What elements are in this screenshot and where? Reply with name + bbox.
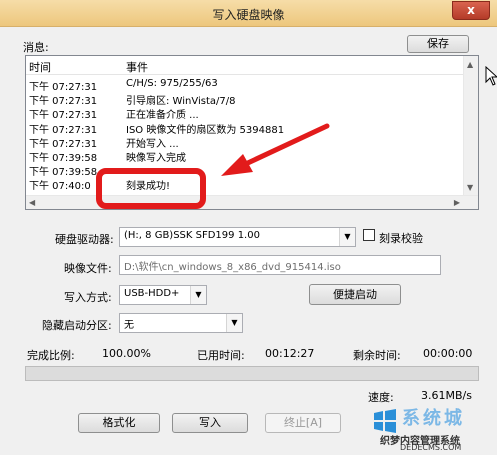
messages-label: 消息: [23,41,49,54]
abort-button[interactable]: 终止[A] [265,413,341,433]
chevron-down-icon: ▼ [339,228,355,246]
log-event: 映像写入完成 [126,153,186,164]
scroll-left-icon[interactable]: ◀ [29,198,35,207]
windows-logo-icon [374,409,396,433]
hidden-partition-label: 隐藏启动分区: [42,319,112,332]
speed-value: 3.61MB/s [421,389,472,402]
done-value: 100.00% [102,347,151,360]
format-button[interactable]: 格式化 [78,413,160,433]
quick-boot-button[interactable]: 便捷启动 [309,284,401,305]
drive-value: (H:, 8 GB)SSK SFD199 1.00 [124,230,260,241]
write-mode-select[interactable]: USB-HDD+ ▼ [119,285,207,305]
done-label: 完成比例: [27,349,75,362]
verify-checkbox[interactable] [363,229,375,241]
image-file-label: 映像文件: [64,262,112,275]
hidden-partition-select[interactable]: 无 ▼ [119,313,243,333]
log-row[interactable]: 下午 07:27:31 正在准备介质 ... [26,106,464,122]
log-time: 下午 07:27:31 [29,124,98,136]
remaining-label: 剩余时间: [353,349,401,362]
image-file-field[interactable]: D:\软件\cn_windows_8_x86_dvd_915414.iso [119,255,441,275]
chevron-down-icon: ▼ [190,286,206,304]
progress-fill [26,367,478,380]
log-time: 下午 07:27:31 [29,138,98,150]
close-button[interactable]: x [452,1,490,20]
scroll-up-icon[interactable]: ▲ [467,60,473,69]
log-event: C/H/S: 975/255/63 [126,78,218,89]
write-mode-label: 写入方式: [64,291,112,304]
log-event: 正在准备介质 ... [126,110,199,122]
drive-select[interactable]: (H:, 8 GB)SSK SFD199 1.00 ▼ [119,227,356,247]
hidden-partition-value: 无 [124,320,134,331]
elapsed-value: 00:12:27 [265,347,315,360]
write-button[interactable]: 写入 [172,413,248,433]
watermark-line2: DEDECMS.COM [400,443,462,452]
horizontal-scrollbar[interactable]: ◀ ▶ [26,195,478,209]
log-header: 时间 事件 [26,56,464,75]
save-button[interactable]: 保存 [407,35,469,53]
log-time: 下午 07:40:0 [29,181,91,193]
log-event: 开始写入 ... [126,138,179,150]
watermark: 系统城 织梦内容管理系统 DEDECMS.COM [372,402,494,452]
vertical-scrollbar[interactable]: ▲ ▼ [463,56,478,196]
close-icon: x [467,3,475,17]
scroll-down-icon[interactable]: ▼ [467,183,473,192]
remaining-value: 00:00:00 [423,347,473,360]
elapsed-label: 已用时间: [197,349,245,362]
title-bar: 写入硬盘映像 x [0,0,497,27]
log-row[interactable]: 下午 07:27:31 C/H/S: 975/255/63 [26,78,464,93]
window-title: 写入硬盘映像 [212,8,285,22]
scroll-right-icon[interactable]: ▶ [454,198,460,207]
log-row[interactable]: 下午 07:27:31 引导扇区: WinVista/7/8 [26,92,464,108]
watermark-brand: 系统城 [402,408,465,429]
log-time: 下午 07:39:58 [29,167,98,179]
log-time: 下午 07:27:31 [29,96,98,108]
log-time: 下午 07:39:58 [29,153,98,164]
verify-label: 刻录校验 [379,232,423,245]
col-event-header[interactable]: 事件 [126,59,148,75]
col-time-header[interactable]: 时间 [29,59,51,75]
progress-bar [25,366,479,381]
red-arrow-icon [221,123,330,176]
log-time: 下午 07:27:31 [29,82,98,93]
log-event: 引导扇区: WinVista/7/8 [126,96,236,108]
mouse-cursor-icon [485,66,497,86]
log-time: 下午 07:27:31 [29,110,98,122]
chevron-down-icon: ▼ [226,314,242,332]
drive-label: 硬盘驱动器: [55,233,114,246]
write-mode-value: USB-HDD+ [124,288,180,299]
success-highlight-box [96,168,206,209]
